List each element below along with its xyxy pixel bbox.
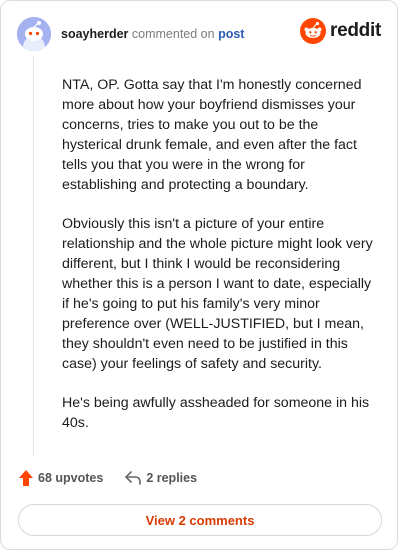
comment-body: NTA, OP. Gotta say that I'm honestly con… <box>62 75 374 452</box>
comment-paragraph: Obviously this isn't a picture of your e… <box>62 216 373 372</box>
reply-count: 2 replies <box>146 471 198 485</box>
comment-card: soayherder commented on post reddit NTA,… <box>0 0 398 550</box>
post-link[interactable]: post <box>218 27 244 41</box>
thread-line <box>33 56 34 456</box>
upvote-arrow-icon <box>19 470 33 486</box>
comment-paragraph: NTA, OP. Gotta say that I'm honestly con… <box>62 77 362 193</box>
reddit-logo[interactable]: reddit <box>300 18 381 44</box>
comment-actions: 68 upvotes 2 replies <box>19 470 197 486</box>
comment-paragraph: He's being awfully assheaded for someone… <box>62 395 370 431</box>
upvote-count: 68 upvotes <box>38 471 104 485</box>
snoo-avatar-icon[interactable] <box>17 17 51 51</box>
upvote-button[interactable]: 68 upvotes <box>19 470 103 486</box>
commented-on-text: commented on <box>131 27 215 41</box>
reddit-snoo-icon <box>300 18 327 44</box>
byline: soayherder commented on post <box>61 27 244 41</box>
replies-button[interactable]: 2 replies <box>125 471 197 485</box>
reddit-wordmark: reddit <box>330 20 381 41</box>
comment-header: soayherder commented on post reddit <box>17 16 381 52</box>
username[interactable]: soayherder <box>61 27 128 41</box>
view-comments-button[interactable]: View 2 comments <box>18 504 382 536</box>
reply-arrow-icon <box>125 471 142 485</box>
